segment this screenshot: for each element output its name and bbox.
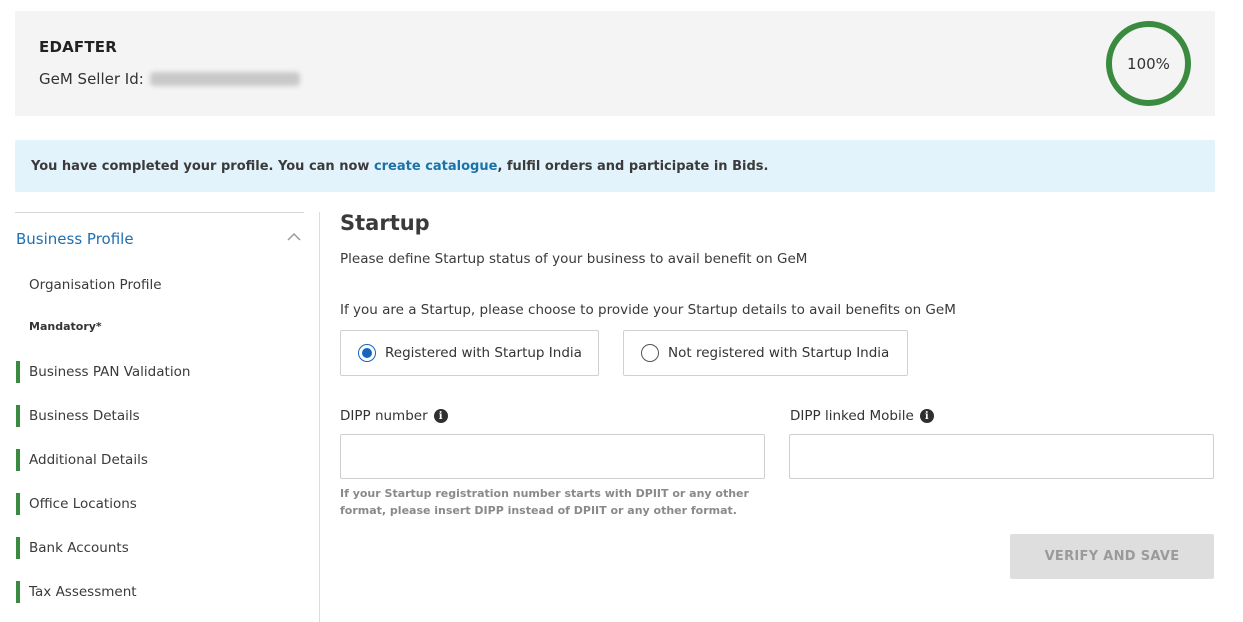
- dipp-mobile-label-row: DIPP linked Mobile i: [790, 408, 934, 424]
- sidebar-item-additional-details[interactable]: Additional Details: [16, 449, 148, 471]
- sidebar-item-label: Business PAN Validation: [29, 364, 191, 380]
- sidebar-divider: [15, 212, 304, 213]
- dipp-number-label: DIPP number: [340, 408, 428, 424]
- radio-label: Not registered with Startup India: [668, 345, 890, 361]
- radio-not-registered-startup-india[interactable]: Not registered with Startup India: [623, 330, 908, 376]
- verify-and-save-button[interactable]: VERIFY AND SAVE: [1010, 534, 1214, 579]
- radio-unchecked-icon[interactable]: [641, 344, 659, 362]
- section-title: Startup: [340, 211, 430, 235]
- sidebar-item-label: Office Locations: [29, 496, 137, 512]
- seller-id-value-redacted: [149, 72, 300, 86]
- section-subtitle: Please define Startup status of your bus…: [340, 251, 808, 267]
- content-divider: [319, 212, 320, 622]
- seller-id-row: GeM Seller Id:: [39, 70, 300, 88]
- banner-text-after: , fulfil orders and participate in Bids.: [497, 158, 769, 174]
- profile-completion-value: 100%: [1127, 54, 1170, 73]
- sidebar-item-label: Tax Assessment: [29, 584, 137, 600]
- dipp-mobile-label: DIPP linked Mobile: [790, 408, 914, 424]
- profile-completion-indicator: 100%: [1106, 21, 1191, 106]
- sidebar-item-label: Business Details: [29, 408, 140, 424]
- radio-label: Registered with Startup India: [385, 345, 582, 361]
- sidebar-item-label: Bank Accounts: [29, 540, 129, 556]
- sidebar-item-organisation-profile[interactable]: Organisation Profile: [16, 274, 162, 296]
- chevron-up-icon[interactable]: [287, 232, 301, 242]
- sidebar-item-bank-accounts[interactable]: Bank Accounts: [16, 537, 129, 559]
- sidebar-item-business-pan-validation[interactable]: Business PAN Validation: [16, 361, 190, 383]
- sidebar-item-office-locations[interactable]: Office Locations: [16, 493, 137, 515]
- profile-header-card: EDAFTER GeM Seller Id: 100%: [15, 11, 1215, 116]
- sidebar-title-business-profile[interactable]: Business Profile: [16, 230, 134, 248]
- sidebar-item-tax-assessment[interactable]: Tax Assessment: [16, 581, 137, 603]
- seller-id-label: GeM Seller Id:: [39, 70, 144, 88]
- create-catalogue-link[interactable]: create catalogue: [374, 159, 498, 174]
- company-name: EDAFTER: [39, 38, 117, 56]
- sidebar-item-business-details[interactable]: Business Details: [16, 405, 140, 427]
- dipp-number-input[interactable]: [340, 434, 765, 479]
- banner-text-before: You have completed your profile. You can…: [31, 158, 374, 174]
- dipp-format-hint: If your Startup registration number star…: [340, 487, 749, 517]
- dipp-mobile-input[interactable]: [789, 434, 1214, 479]
- radio-checked-icon[interactable]: [358, 344, 376, 362]
- sidebar-item-label: Organisation Profile: [29, 277, 162, 293]
- startup-prompt: If you are a Startup, please choose to p…: [340, 302, 956, 318]
- radio-registered-startup-india[interactable]: Registered with Startup India: [340, 330, 599, 376]
- info-icon[interactable]: i: [433, 409, 448, 423]
- dipp-number-label-row: DIPP number i: [340, 408, 448, 424]
- info-icon[interactable]: i: [919, 409, 934, 423]
- sidebar-item-label: Additional Details: [29, 452, 148, 468]
- sidebar-mandatory-label: Mandatory*: [29, 320, 102, 333]
- profile-complete-banner: You have completed your profile. You can…: [15, 140, 1215, 192]
